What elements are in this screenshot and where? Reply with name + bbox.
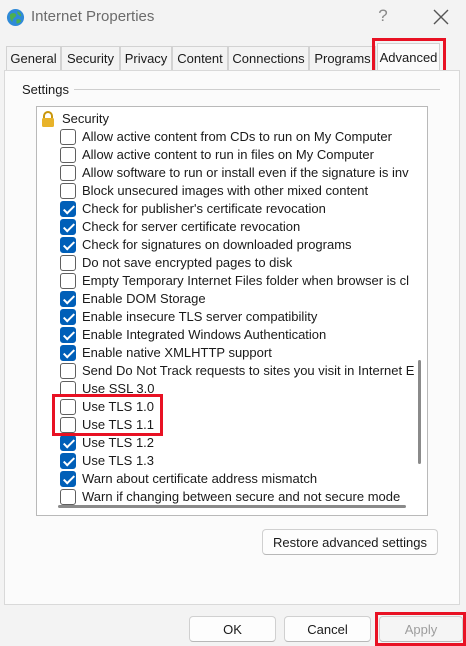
checkbox[interactable] bbox=[60, 363, 76, 379]
tab-general[interactable]: General bbox=[6, 46, 61, 70]
ok-button[interactable]: OK bbox=[189, 616, 276, 642]
checkbox[interactable] bbox=[60, 237, 76, 253]
vertical-scrollbar[interactable] bbox=[418, 360, 421, 464]
setting-label: Enable insecure TLS server compatibility bbox=[82, 309, 318, 324]
title-bar: Internet Properties ? bbox=[0, 0, 466, 36]
setting-label: Use TLS 1.3 bbox=[82, 453, 155, 468]
setting-label: Allow active content to run in files on … bbox=[82, 147, 374, 162]
checkbox[interactable] bbox=[60, 453, 76, 469]
apply-button[interactable]: Apply bbox=[379, 616, 463, 642]
settings-group-label: Settings bbox=[22, 82, 73, 97]
close-icon[interactable] bbox=[432, 8, 450, 26]
help-button[interactable]: ? bbox=[375, 6, 391, 26]
settings-list[interactable]: Security Allow active content from CDs t… bbox=[36, 106, 428, 516]
setting-label: Do not save encrypted pages to disk bbox=[82, 255, 293, 270]
checkbox[interactable] bbox=[60, 435, 76, 451]
setting-label: Warn if changing between secure and not … bbox=[82, 489, 401, 504]
checkbox[interactable] bbox=[60, 327, 76, 343]
cancel-button[interactable]: Cancel bbox=[284, 616, 371, 642]
lock-icon bbox=[42, 111, 54, 127]
tab-security[interactable]: Security bbox=[61, 46, 120, 70]
checkbox[interactable] bbox=[60, 345, 76, 361]
checkbox[interactable] bbox=[60, 219, 76, 235]
checkbox[interactable] bbox=[60, 381, 76, 397]
checkbox[interactable] bbox=[60, 399, 76, 415]
checkbox[interactable] bbox=[60, 183, 76, 199]
group-divider bbox=[74, 89, 440, 90]
tab-advanced[interactable]: Advanced bbox=[377, 43, 440, 70]
setting-label: Use TLS 1.1 bbox=[82, 417, 155, 432]
setting-label: Allow software to run or install even if… bbox=[82, 165, 409, 180]
setting-label: Enable Integrated Windows Authentication bbox=[82, 327, 327, 342]
checkbox[interactable] bbox=[60, 417, 76, 433]
checkbox[interactable] bbox=[60, 489, 76, 505]
setting-label: Check for publisher's certificate revoca… bbox=[82, 201, 326, 216]
checkbox[interactable] bbox=[60, 291, 76, 307]
setting-label: Warn about certificate address mismatch bbox=[82, 471, 318, 486]
checkbox[interactable] bbox=[60, 129, 76, 145]
setting-label: Check for server certificate revocation bbox=[82, 219, 301, 234]
setting-label: Allow active content from CDs to run on … bbox=[82, 129, 392, 144]
setting-label: Block unsecured images with other mixed … bbox=[82, 183, 369, 198]
setting-label: Send Do Not Track requests to sites you … bbox=[82, 363, 415, 378]
checkbox[interactable] bbox=[60, 165, 76, 181]
checkbox[interactable] bbox=[60, 201, 76, 217]
section-header-label: Security bbox=[62, 111, 109, 126]
setting-label: Enable native XMLHTTP support bbox=[82, 345, 272, 360]
checkbox[interactable] bbox=[60, 273, 76, 289]
tab-content[interactable]: Content bbox=[172, 46, 228, 70]
horizontal-scrollbar[interactable] bbox=[58, 505, 406, 508]
setting-label: Check for signatures on downloaded progr… bbox=[82, 237, 352, 252]
window-title: Internet Properties bbox=[31, 8, 155, 25]
setting-label: Use TLS 1.0 bbox=[82, 399, 155, 414]
tab-connections[interactable]: Connections bbox=[228, 46, 309, 70]
checkbox[interactable] bbox=[60, 471, 76, 487]
globe-icon bbox=[6, 8, 25, 27]
tab-programs[interactable]: Programs bbox=[309, 46, 376, 70]
restore-advanced-settings-button[interactable]: Restore advanced settings bbox=[262, 529, 438, 555]
setting-label: Empty Temporary Internet Files folder wh… bbox=[82, 273, 410, 288]
checkbox[interactable] bbox=[60, 309, 76, 325]
setting-label: Enable DOM Storage bbox=[82, 291, 206, 306]
setting-label: Use TLS 1.2 bbox=[82, 435, 155, 450]
checkbox[interactable] bbox=[60, 255, 76, 271]
tab-privacy[interactable]: Privacy bbox=[120, 46, 172, 70]
setting-label: Use SSL 3.0 bbox=[82, 381, 155, 396]
checkbox[interactable] bbox=[60, 147, 76, 163]
